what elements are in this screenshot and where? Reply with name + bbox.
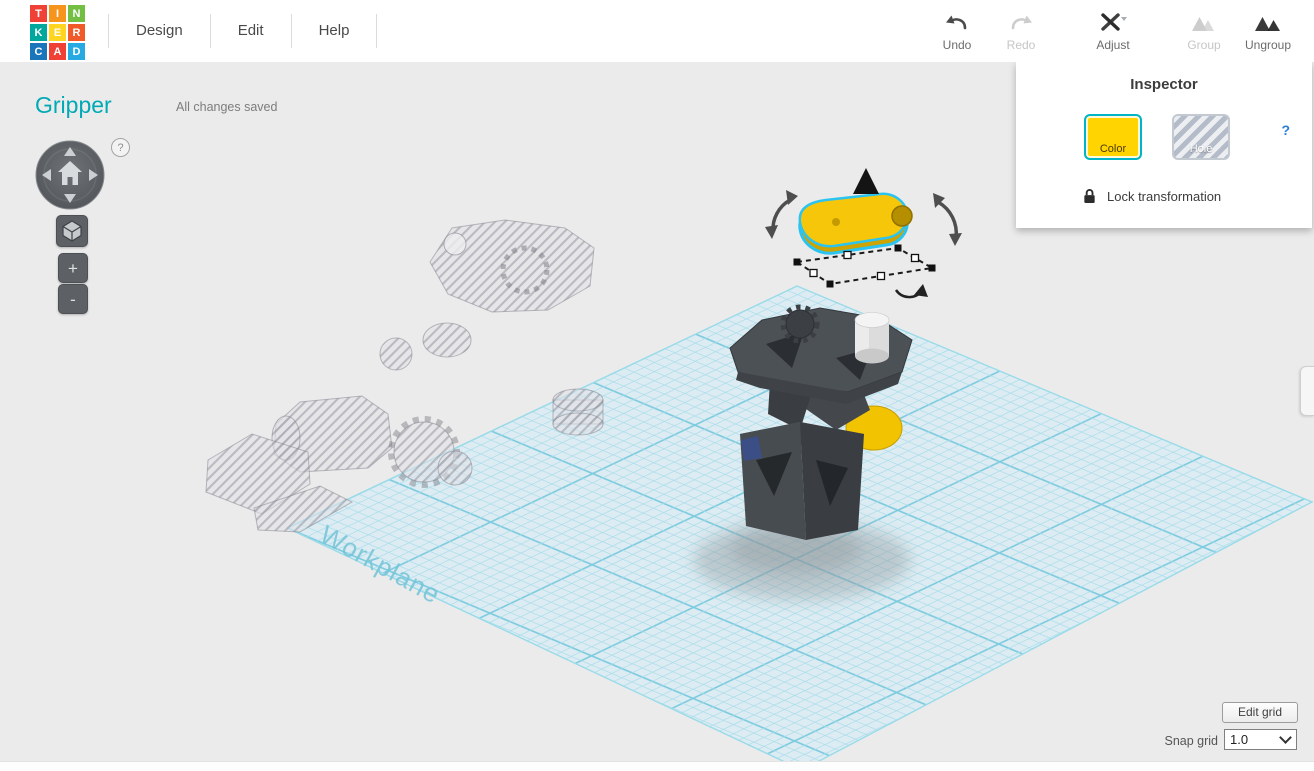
ungroup-icon (1254, 9, 1282, 35)
inspector-title: Inspector (1130, 76, 1198, 93)
group-label: Group (1187, 38, 1221, 52)
ghost-cylinder[interactable] (552, 388, 604, 436)
logo-letter: R (68, 24, 85, 41)
main-menu: Design Edit Help (108, 14, 378, 48)
undo-label: Undo (942, 38, 972, 52)
menu-help[interactable]: Help (292, 14, 378, 48)
ungroup-label: Ungroup (1244, 38, 1292, 52)
group-icon (1190, 9, 1218, 35)
save-status: All changes saved (176, 100, 278, 114)
edge-handles[interactable] (809, 250, 920, 281)
view-navigation-knob[interactable] (34, 139, 106, 211)
action-toolbar: Undo Redo Adjust Group Ungroup (929, 9, 1296, 52)
color-swatch-label: Color (1099, 143, 1127, 155)
selected-part[interactable] (798, 192, 913, 255)
menu-edit[interactable]: Edit (211, 14, 292, 48)
bottom-edge (0, 761, 1314, 771)
logo-letter: C (30, 43, 47, 60)
selected-part-pin (832, 218, 840, 226)
selection-bounds (794, 246, 935, 286)
hole-swatch[interactable]: Hole (1172, 114, 1230, 160)
logo-letter: N (68, 5, 85, 22)
raise-handle-cone[interactable] (853, 168, 879, 194)
rotate-handle-right[interactable] (933, 193, 962, 246)
rotate-handle-left[interactable] (765, 190, 798, 239)
top-bar: T I N K E R C A D Design Edit Help Undo (0, 0, 1314, 62)
undo-icon (944, 9, 970, 35)
lock-label: Lock transformation (1107, 188, 1222, 204)
tinkercad-logo[interactable]: T I N K E R C A D (30, 5, 85, 60)
ungroup-button[interactable]: Ungroup (1240, 9, 1296, 52)
chevron-down-icon (1279, 731, 1292, 744)
undo-button[interactable]: Undo (929, 9, 985, 52)
redo-label: Redo (1006, 38, 1036, 52)
snap-grid-label: Snap grid (1164, 734, 1218, 748)
zoom-in-button[interactable]: + (58, 253, 88, 283)
logo-letter: T (30, 5, 47, 22)
view-help-button[interactable]: ? (111, 138, 130, 157)
ghost-small-gear[interactable] (379, 337, 413, 371)
logo-letter: D (68, 43, 85, 60)
panel-drawer-handle[interactable] (1300, 366, 1314, 416)
inspector-help-icon[interactable]: ? (1281, 122, 1290, 138)
redo-button[interactable]: Redo (993, 9, 1049, 52)
lock-icon (1084, 189, 1095, 204)
inspector-panel: Inspector Color Hole ? Lock transformati… (1016, 62, 1312, 228)
lock-transformation-toggle[interactable]: Lock transformation (1082, 187, 1221, 205)
adjust-label: Adjust (1096, 38, 1130, 52)
cube-icon (62, 220, 82, 242)
white-cylinder[interactable] (854, 312, 890, 364)
hole-swatch-label: Hole (1189, 143, 1213, 155)
adjust-button[interactable]: Adjust (1085, 9, 1141, 52)
zoom-out-button[interactable]: - (58, 284, 88, 314)
adjust-icon (1098, 9, 1128, 35)
ghost-bracket-hole (443, 232, 467, 256)
snap-grid-select[interactable]: 1.0 (1224, 729, 1297, 750)
document-title[interactable]: Gripper (35, 92, 112, 119)
ghost-gear-small[interactable] (437, 450, 473, 486)
logo-letter: A (49, 43, 66, 60)
design-canvas[interactable]: Workplane Gripper All changes saved ? + … (0, 62, 1314, 771)
logo-letter: I (49, 5, 66, 22)
redo-icon (1008, 9, 1034, 35)
home-view-button[interactable] (56, 215, 88, 247)
ghost-lobe[interactable] (422, 322, 472, 358)
edit-grid-button[interactable]: Edit grid (1222, 702, 1298, 723)
selected-part-hole (891, 205, 913, 227)
logo-letter: E (49, 24, 66, 41)
snap-grid-value: 1.0 (1230, 732, 1249, 747)
logo-letter: K (30, 24, 47, 41)
rotate-handle-bottom[interactable] (894, 284, 928, 299)
menu-design[interactable]: Design (109, 14, 211, 48)
top-gear[interactable] (785, 309, 815, 339)
color-swatch[interactable]: Color (1084, 114, 1142, 160)
group-button[interactable]: Group (1176, 9, 1232, 52)
